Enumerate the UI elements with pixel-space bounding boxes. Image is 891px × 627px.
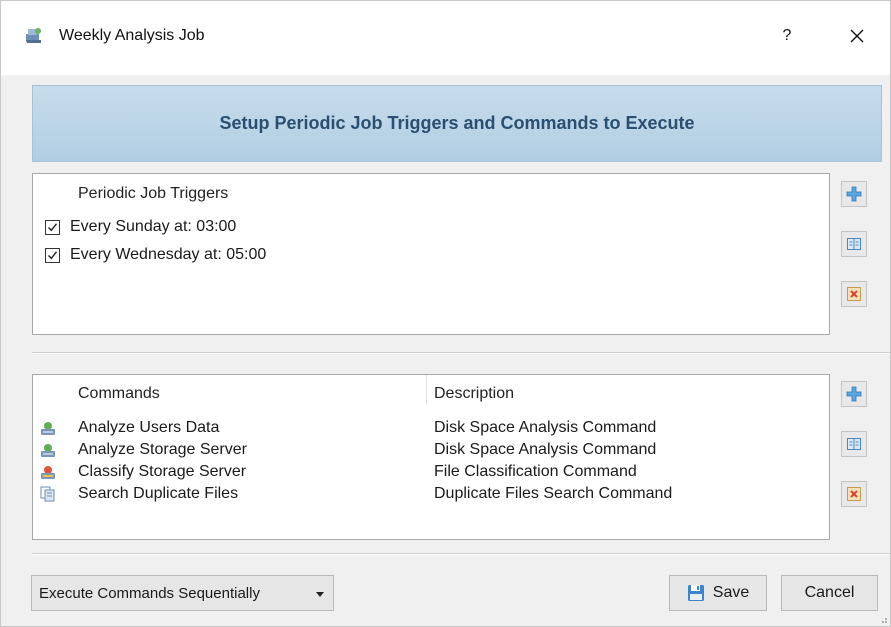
add-trigger-button[interactable] (841, 181, 867, 207)
description-column-header[interactable]: Description (434, 385, 514, 403)
plus-icon (846, 186, 862, 202)
trigger-label: Every Sunday at: 03:00 (70, 218, 237, 235)
disk-analysis-icon (40, 420, 56, 436)
close-icon (850, 29, 864, 43)
trigger-checkbox[interactable] (45, 219, 60, 235)
trigger-row[interactable]: Every Sunday at: 03:00 (45, 216, 236, 238)
commands-list[interactable]: Commands Description Analyze Users Data … (32, 374, 830, 540)
divider (32, 554, 890, 555)
add-command-button[interactable] (841, 381, 867, 407)
app-icon (25, 26, 43, 44)
chevron-down-icon (314, 576, 326, 626)
command-name: Search Duplicate Files (78, 485, 239, 502)
edit-icon (847, 438, 861, 450)
title-bar: Weekly Analysis Job ? (1, 1, 890, 75)
cancel-label: Cancel (804, 584, 855, 601)
close-button[interactable] (837, 19, 877, 53)
delete-icon (847, 287, 861, 301)
duplicate-files-icon (40, 486, 56, 502)
cancel-button[interactable]: Cancel (781, 575, 878, 611)
commands-column-header[interactable]: Commands (78, 385, 160, 403)
plus-icon (846, 386, 862, 402)
trigger-row[interactable]: Every Wednesday at: 05:00 (45, 244, 266, 266)
column-separator (426, 375, 427, 405)
banner-title: Setup Periodic Job Triggers and Commands… (219, 113, 695, 133)
file-classification-icon (40, 464, 56, 480)
edit-command-button[interactable] (841, 431, 867, 457)
command-row[interactable]: Search Duplicate Files Duplicate Files S… (33, 483, 829, 505)
command-description: Duplicate Files Search Command (434, 485, 673, 502)
resize-grip-icon[interactable] (878, 614, 888, 624)
execution-mode-dropdown[interactable]: Execute Commands Sequentially (31, 575, 334, 611)
command-name: Analyze Storage Server (78, 441, 247, 458)
command-name: Analyze Users Data (78, 419, 220, 436)
edit-trigger-button[interactable] (841, 231, 867, 257)
command-description: Disk Space Analysis Command (434, 419, 657, 436)
command-description: Disk Space Analysis Command (434, 441, 657, 458)
command-row[interactable]: Analyze Storage Server Disk Space Analys… (33, 439, 829, 461)
trigger-label: Every Wednesday at: 05:00 (70, 246, 267, 263)
triggers-header: Periodic Job Triggers (78, 185, 229, 202)
delete-trigger-button[interactable] (841, 281, 867, 307)
divider (32, 353, 890, 354)
command-name: Classify Storage Server (78, 463, 247, 480)
save-label: Save (712, 584, 750, 601)
delete-command-button[interactable] (841, 481, 867, 507)
dialog-window: Weekly Analysis Job ? Setup Periodic Job… (0, 0, 891, 627)
window-title: Weekly Analysis Job (59, 27, 205, 44)
delete-icon (847, 487, 861, 501)
edit-icon (847, 238, 861, 250)
execution-mode-value: Execute Commands Sequentially (39, 585, 260, 602)
help-button[interactable]: ? (769, 19, 805, 53)
trigger-checkbox[interactable] (45, 247, 60, 263)
save-button[interactable]: Save (669, 575, 767, 611)
command-row[interactable]: Analyze Users Data Disk Space Analysis C… (33, 417, 829, 439)
header-banner: Setup Periodic Job Triggers and Commands… (32, 85, 882, 162)
triggers-list[interactable]: Periodic Job Triggers Every Sunday at: 0… (32, 173, 830, 335)
command-description: File Classification Command (434, 463, 637, 480)
command-row[interactable]: Classify Storage Server File Classificat… (33, 461, 829, 483)
disk-analysis-icon (40, 442, 56, 458)
floppy-disk-icon (687, 585, 704, 601)
